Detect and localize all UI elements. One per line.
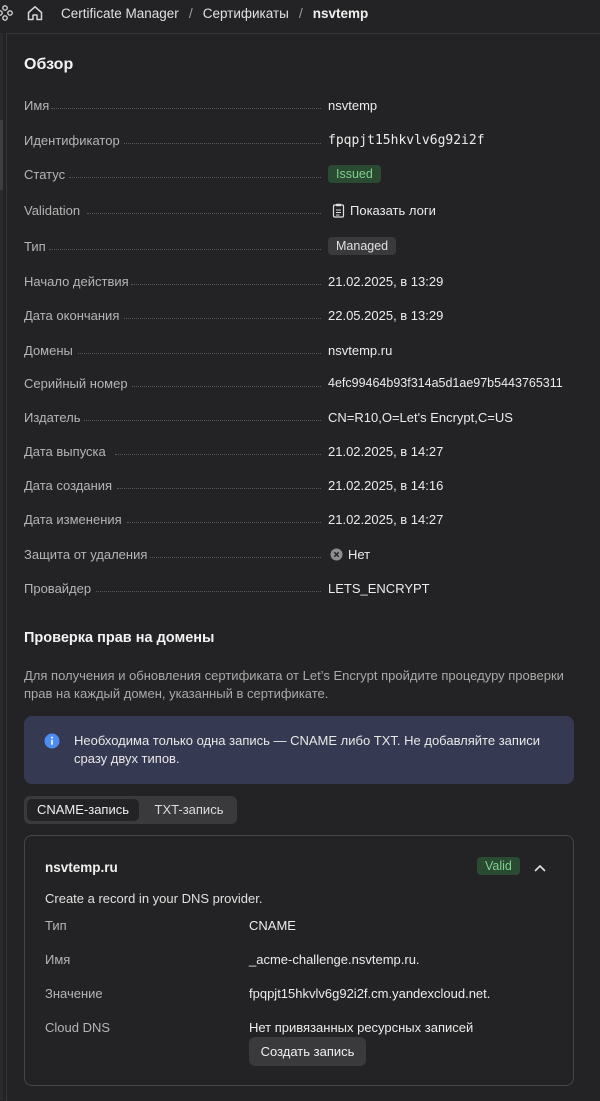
issued-at-value: 21.02.2025, в 14:27 (328, 443, 444, 459)
leader-dots (124, 318, 321, 319)
record-name-value[interactable]: _acme-challenge.nsvtemp.ru. (249, 952, 420, 967)
row-label: Дата изменения (24, 511, 122, 527)
row-issued-at: Дата выпуска 21.02.2025, в 14:27 (24, 441, 584, 461)
row-provider: Провайдер LETS_ENCRYPT (24, 578, 584, 598)
breadcrumb-section[interactable]: Сертификаты (203, 6, 289, 21)
deletion-protection-value: Нет (348, 546, 371, 562)
leader-dots (115, 454, 321, 455)
show-logs-label: Показать логи (350, 202, 436, 218)
leader-dots (87, 213, 321, 214)
challenge-card: nsvtemp.ru Valid Create a record in your… (24, 835, 574, 1086)
row-deletion-protection: Защита от удаления Нет (24, 544, 584, 564)
challenge-row-name: Имя _acme-challenge.nsvtemp.ru. (45, 952, 555, 972)
leader-dots (127, 522, 321, 523)
breadcrumb: Certificate Manager / Сертификаты / nsvt… (0, 0, 600, 26)
show-logs-link[interactable]: Показать логи (332, 203, 436, 218)
row-name: Имя nsvtemp (24, 95, 584, 115)
cloud-dns-value: Нет привязанных ресурсных записей (249, 1020, 474, 1035)
row-created-at: Дата создания 21.02.2025, в 14:16 (24, 475, 584, 495)
overview-title: Обзор (24, 56, 74, 73)
row-label: Начало действия (24, 273, 129, 289)
row-label: Имя (45, 952, 71, 967)
info-banner: Необходима только одна запись — CNAME ли… (24, 716, 574, 784)
info-icon (44, 733, 60, 752)
row-label: Дата окончания (24, 307, 120, 323)
leader-dots (132, 386, 321, 387)
row-not-before: Начало действия 21.02.2025, в 13:29 (24, 271, 584, 291)
breadcrumb-service[interactable]: Certificate Manager (61, 6, 179, 21)
type-badge: Managed (328, 237, 397, 255)
serial-value: 4efc99464b93f314a5d1ae97b5443765311 (328, 376, 563, 390)
leader-dots (117, 488, 321, 489)
row-updated-at: Дата изменения 21.02.2025, в 14:27 (24, 509, 584, 529)
row-label: Дата создания (24, 477, 113, 493)
domains-value: nsvtemp.ru (328, 342, 393, 358)
row-not-after: Дата окончания 22.05.2025, в 13:29 (24, 305, 584, 325)
challenges-description: Для получения и обновления сертификата о… (24, 668, 564, 701)
leader-dots (96, 591, 321, 592)
issuer-value: CN=R10,O=Let's Encrypt,C=US (328, 409, 513, 425)
updated-at-value: 21.02.2025, в 14:27 (328, 511, 444, 527)
status-badge: Issued (328, 165, 381, 183)
challenge-domain: nsvtemp.ru (45, 860, 118, 875)
tab-cname[interactable]: CNAME-запись (27, 799, 139, 821)
challenge-row-type: Тип CNAME (45, 918, 555, 938)
not-before-value: 21.02.2025, в 13:29 (328, 273, 444, 289)
row-label: Домены (24, 342, 73, 358)
chevron-up-icon[interactable] (533, 861, 547, 878)
cross-circle-icon (330, 548, 343, 561)
leader-dots (49, 249, 321, 250)
challenges-title: Проверка прав на домены (24, 630, 215, 646)
record-type-value: CNAME (249, 918, 296, 933)
row-serial: Серийный номер 4efc99464b93f314a5d1ae97b… (24, 373, 584, 393)
provider-value: LETS_ENCRYPT (328, 580, 430, 596)
row-issuer: Издатель CN=R10,O=Let's Encrypt,C=US (24, 407, 584, 427)
row-type: Тип Managed (24, 236, 584, 256)
row-label: Провайдер (24, 580, 92, 596)
name-value: nsvtemp (328, 97, 378, 113)
breadcrumb-separator: / (188, 5, 193, 21)
leader-dots (51, 108, 321, 109)
leader-dots (150, 557, 321, 558)
leader-dots (78, 353, 321, 354)
row-label: Серийный номер (24, 375, 128, 391)
row-label: Дата выпуска (24, 443, 106, 459)
row-label: Тип (45, 918, 67, 933)
not-after-value: 22.05.2025, в 13:29 (328, 307, 444, 323)
created-at-value: 21.02.2025, в 14:16 (328, 477, 444, 493)
leader-dots (69, 177, 321, 178)
app-grid-icon[interactable] (0, 4, 14, 25)
row-label: Тип (24, 238, 46, 254)
info-banner-text: Необходима только одна запись — CNAME ли… (74, 733, 540, 766)
row-status: Статус Issued (24, 164, 584, 184)
log-icon (332, 203, 345, 218)
row-label: Статус (24, 166, 66, 182)
left-rail-active (0, 120, 3, 190)
leader-dots (131, 284, 321, 285)
challenge-status-badge: Valid (477, 857, 520, 875)
leader-dots (84, 420, 321, 421)
challenge-hint: Create a record in your DNS provider. (45, 891, 263, 906)
row-label: Cloud DNS (45, 1020, 111, 1035)
row-label: Имя (24, 97, 50, 113)
home-icon[interactable] (26, 4, 44, 25)
row-domains: Домены nsvtemp.ru (24, 340, 584, 360)
row-validation: Validation Показать логи (24, 200, 584, 220)
breadcrumb-current: nsvtemp (312, 5, 369, 21)
row-label: Validation (24, 202, 81, 218)
record-value-value[interactable]: fpqpjt15hkvlv6g92i2f.cm.yandexcloud.net. (249, 986, 490, 1001)
row-label: Идентификатор (24, 132, 120, 148)
row-id: Идентификатор fpqpjt15hkvlv6g92i2f (24, 130, 584, 150)
left-rail (0, 33, 3, 1100)
challenge-row-value: Значение fpqpjt15hkvlv6g92i2f.cm.yandexc… (45, 986, 555, 1006)
create-record-button[interactable]: Создать запись (249, 1037, 366, 1066)
row-label: Издатель (24, 409, 81, 425)
row-label: Значение (45, 986, 103, 1001)
id-value[interactable]: fpqpjt15hkvlv6g92i2f (328, 133, 485, 148)
record-type-tabs: CNAME-запись TXT-запись (24, 796, 237, 824)
row-label: Защита от удаления (24, 546, 148, 562)
tab-txt[interactable]: TXT-запись (143, 799, 235, 821)
leader-dots (124, 143, 321, 144)
breadcrumb-separator: / (298, 5, 303, 21)
